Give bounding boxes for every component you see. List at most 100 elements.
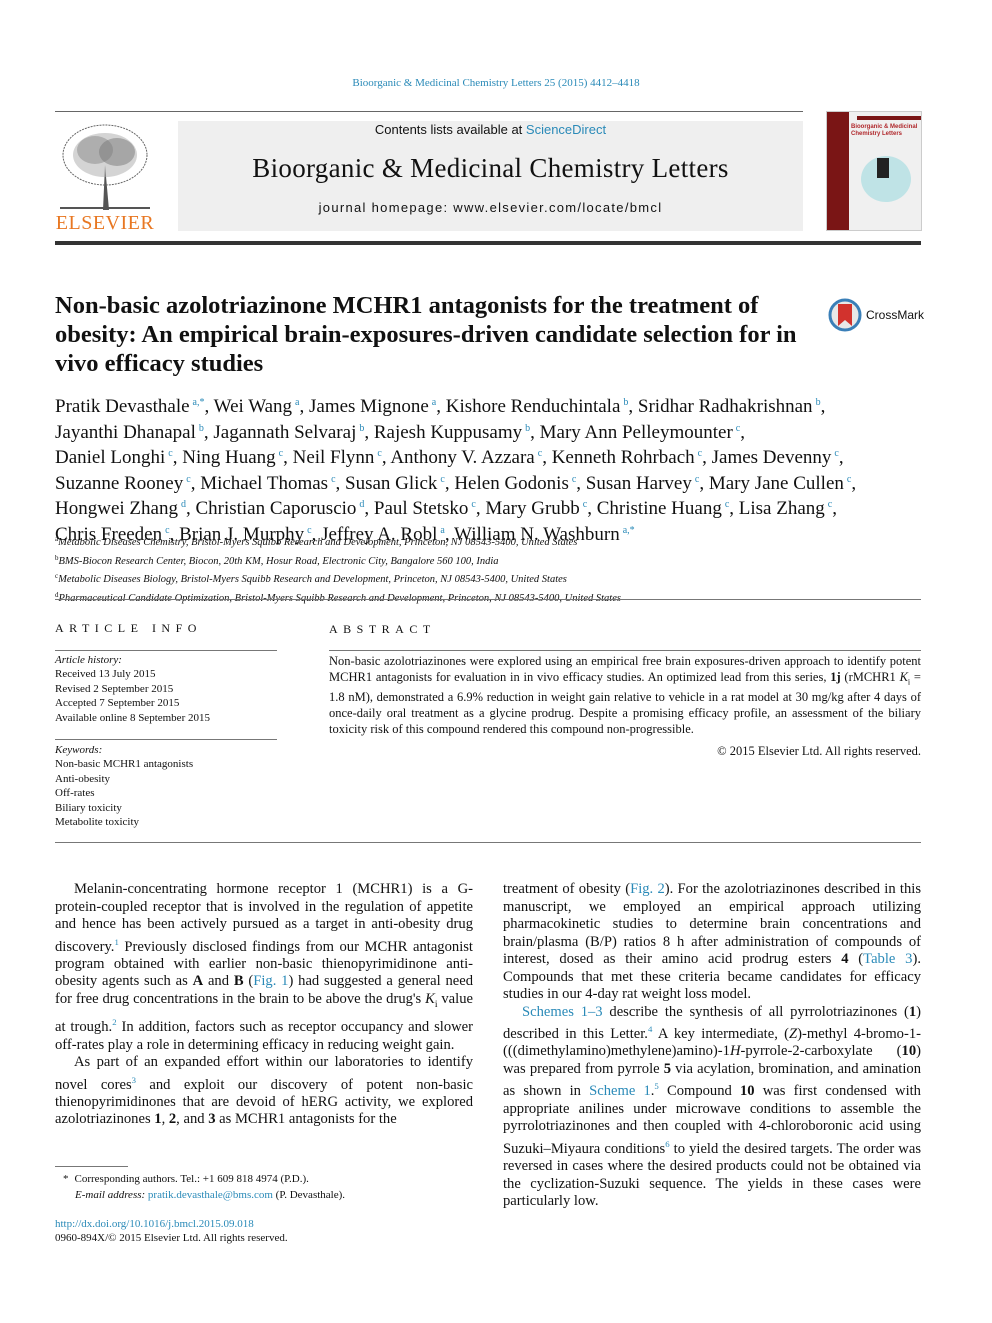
affiliation-marker[interactable]: c: [847, 474, 851, 485]
author-name[interactable]: Anthony V. Azzara: [390, 447, 534, 468]
author-name[interactable]: Ning Huang: [182, 447, 275, 468]
affiliation-marker[interactable]: d: [359, 499, 364, 510]
author-name[interactable]: Mary Ann Pelleymounter: [540, 422, 733, 443]
crossmark-badge[interactable]: CrossMark: [828, 298, 924, 332]
affiliation-marker[interactable]: a,*: [193, 397, 205, 408]
affiliation-marker[interactable]: d: [181, 499, 186, 510]
author-name[interactable]: Rajesh Kuppusamy: [374, 422, 522, 443]
text-run: (rMCHR1: [840, 669, 900, 684]
journal-title: Bioorganic & Medicinal Chemistry Letters: [252, 153, 729, 183]
affiliation-list: aMetabolic Diseases Chemistry, Bristol-M…: [55, 532, 925, 606]
affiliation-marker[interactable]: c: [279, 448, 283, 459]
author-name[interactable]: Suzanne Rooney: [55, 473, 183, 494]
article-history: Article history: Received 13 July 2015 Re…: [55, 653, 277, 725]
author-name[interactable]: Helen Godonis: [454, 473, 569, 494]
text-run: In addition, factors such as receptor oc…: [55, 1019, 473, 1053]
cross-reference-link[interactable]: Table 3: [863, 951, 912, 967]
author-name[interactable]: Jayanthi Dhanapal: [55, 422, 196, 443]
italic-text: K: [899, 669, 908, 684]
body-column-right: treatment of obesity (Fig. 2). For the a…: [503, 881, 921, 1211]
text-run: -pyrrole-2-carboxylate (: [740, 1043, 902, 1060]
contents-line: Contents lists available at ScienceDirec…: [178, 122, 803, 137]
affiliation-marker[interactable]: c: [695, 474, 699, 485]
abstract-copyright: © 2015 Elsevier Ltd. All rights reserved…: [717, 744, 921, 759]
affiliation-marker[interactable]: c: [572, 474, 576, 485]
author-name[interactable]: Paul Stetsko: [374, 498, 468, 519]
footnotes: * Corresponding authors. Tel.: +1 609 818…: [55, 1171, 475, 1203]
text-run: A key intermediate, (: [652, 1025, 790, 1042]
affiliation-marker[interactable]: c: [471, 499, 475, 510]
author-name[interactable]: Pratik Devasthale: [55, 396, 190, 417]
author-name[interactable]: Susan Harvey: [586, 473, 692, 494]
affiliation-marker[interactable]: c: [834, 448, 838, 459]
affiliation-marker[interactable]: a: [295, 397, 299, 408]
divider: [329, 650, 921, 651]
doi-link[interactable]: http://dx.doi.org/10.1016/j.bmcl.2015.09…: [55, 1217, 288, 1231]
author-name[interactable]: Neil Flynn: [293, 447, 375, 468]
header-thick-rule: [55, 241, 921, 245]
author-name[interactable]: Sridhar Radhakrishnan: [638, 396, 813, 417]
bold-text: B: [233, 973, 244, 990]
author-name[interactable]: Michael Thomas: [200, 473, 328, 494]
author-name[interactable]: Hongwei Zhang: [55, 498, 178, 519]
bold-text: 1j: [830, 669, 841, 684]
affiliation-marker[interactable]: c: [440, 474, 444, 485]
author-name[interactable]: James Mignone: [309, 396, 429, 417]
journal-citation[interactable]: Bioorganic & Medicinal Chemistry Letters…: [0, 77, 992, 89]
affiliation-marker[interactable]: b: [525, 423, 530, 434]
affiliation-text: Metabolic Diseases Biology, Bristol-Myer…: [58, 574, 567, 585]
elsevier-logo[interactable]: ELSEVIER: [55, 120, 155, 235]
author-name[interactable]: Jagannath Selvaraj: [213, 422, 356, 443]
affiliation-marker[interactable]: c: [331, 474, 335, 485]
affiliation-marker[interactable]: b: [199, 423, 204, 434]
email-link[interactable]: pratik.devasthale@bms.com: [148, 1189, 273, 1201]
author-name[interactable]: Lisa Zhang: [739, 498, 825, 519]
author-name[interactable]: James Devenny: [712, 447, 832, 468]
affiliation-text: Pharmaceutical Candidate Optimization, B…: [58, 592, 621, 604]
affiliation-marker[interactable]: c: [736, 423, 740, 434]
affiliation-marker[interactable]: a: [432, 397, 436, 408]
affiliation-marker[interactable]: c: [186, 474, 190, 485]
cross-reference-link[interactable]: Fig. 1: [253, 973, 288, 989]
affiliation-marker[interactable]: c: [698, 448, 702, 459]
journal-cover[interactable]: Bioorganic & Medicinal Chemistry Letters: [826, 111, 922, 231]
affiliation-marker[interactable]: c: [377, 448, 381, 459]
affiliation-marker[interactable]: b: [359, 423, 364, 434]
affiliation-marker[interactable]: c: [538, 448, 542, 459]
corresponding-note: * Corresponding authors. Tel.: +1 609 818…: [63, 1173, 309, 1185]
text-run: (: [243, 973, 254, 990]
affiliation-marker[interactable]: c: [725, 499, 729, 510]
affiliation: dPharmaceutical Candidate Optimization, …: [55, 588, 925, 607]
affiliation-marker[interactable]: b: [816, 397, 821, 408]
history-date: Revised 2 September 2015: [55, 682, 174, 695]
journal-homepage[interactable]: journal homepage: www.elsevier.com/locat…: [178, 200, 803, 215]
author-name[interactable]: Mary Jane Cullen: [709, 473, 844, 494]
author-name[interactable]: Susan Glick: [345, 473, 437, 494]
divider: [55, 599, 921, 600]
author-name[interactable]: Christine Huang: [597, 498, 722, 519]
author-name[interactable]: Christian Caporuscio: [195, 498, 356, 519]
body-paragraph: Melanin-concentrating hormone receptor 1…: [55, 881, 473, 1054]
author-name[interactable]: Daniel Longhi: [55, 447, 165, 468]
body-paragraph: treatment of obesity (Fig. 2). For the a…: [503, 881, 921, 1004]
author-name[interactable]: Kenneth Rohrbach: [552, 447, 695, 468]
issn-copyright: 0960-894X/© 2015 Elsevier Ltd. All right…: [55, 1232, 288, 1244]
author-name[interactable]: Wei Wang: [214, 396, 292, 417]
history-date: Accepted 7 September 2015: [55, 697, 180, 710]
affiliation: aMetabolic Diseases Chemistry, Bristol-M…: [55, 532, 925, 551]
history-label: Article history:: [55, 654, 122, 666]
author-name[interactable]: Mary Grubb: [485, 498, 579, 519]
crossmark-icon: [828, 298, 862, 332]
sciencedirect-link[interactable]: ScienceDirect: [526, 122, 606, 137]
cross-reference-link[interactable]: Schemes 1–3: [522, 1004, 603, 1020]
affiliation-marker[interactable]: c: [168, 448, 172, 459]
affiliation-marker[interactable]: c: [583, 499, 587, 510]
text-run: , and: [176, 1111, 209, 1128]
cross-reference-link[interactable]: Scheme 1: [589, 1083, 651, 1099]
author-name[interactable]: Kishore Renduchintala: [446, 396, 621, 417]
affiliation-marker[interactable]: b: [623, 397, 628, 408]
cross-reference-link[interactable]: Fig. 2: [630, 881, 665, 897]
abstract-text: Non-basic azolotriazinones were explored…: [329, 654, 921, 738]
header-rule: [55, 111, 803, 112]
affiliation-marker[interactable]: c: [828, 499, 832, 510]
